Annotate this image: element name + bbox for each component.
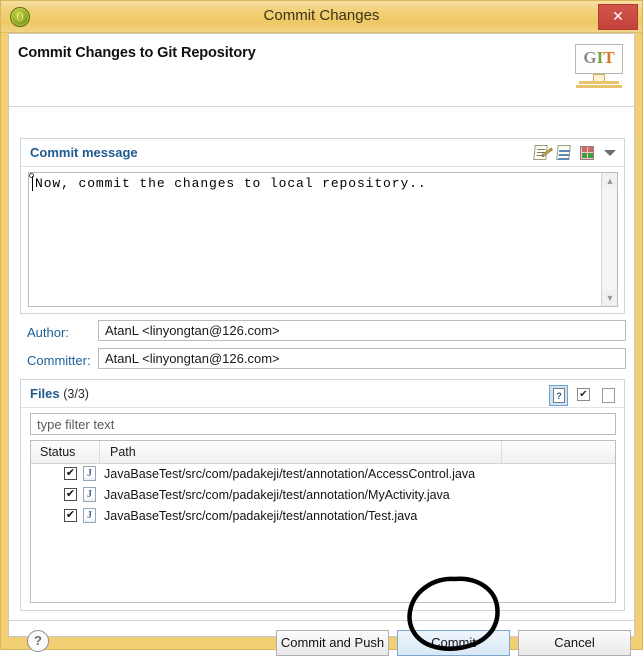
table-row[interactable]: ✔ J JavaBaseTest/src/com/padakeji/test/a… (31, 464, 615, 485)
cancel-button[interactable]: Cancel (518, 630, 631, 656)
column-divider-status[interactable] (99, 441, 100, 463)
commit-button[interactable]: Commit (397, 630, 510, 656)
git-logo-g: G (583, 48, 597, 67)
close-button[interactable]: ✕ (598, 4, 638, 30)
files-title: Files (3/3) (30, 386, 89, 401)
commit-message-toolbar (532, 144, 619, 162)
help-icon[interactable]: ? (27, 630, 49, 652)
row-checkbox[interactable]: ✔ (64, 488, 77, 501)
author-label: Author: (27, 325, 69, 340)
change-id-icon[interactable] (578, 144, 596, 162)
files-table: Status Path ✔ J JavaBaseTest/src/com/pad… (30, 440, 616, 603)
commit-message-title: Commit message (30, 145, 138, 160)
git-logo-base-lower (576, 85, 622, 88)
row-path: JavaBaseTest/src/com/padakeji/test/annot… (104, 488, 450, 502)
amend-commit-icon[interactable] (532, 144, 553, 162)
committer-label: Committer: (27, 353, 91, 368)
scroll-down-icon[interactable]: ▼ (602, 290, 617, 306)
commit-message-text: Now, commit the changes to local reposit… (35, 176, 427, 191)
java-file-icon: J (83, 466, 96, 481)
select-all-icon[interactable]: ✔ (574, 385, 593, 406)
commit-changes-window: Commit Changes ✕ Commit Changes to Git R… (0, 0, 643, 656)
java-file-icon: J (83, 487, 96, 502)
dialog-body: Commit Changes to Git Repository GIT Com… (8, 33, 635, 656)
show-untracked-icon[interactable]: ? (549, 385, 568, 406)
commit-message-textarea[interactable]: Now, commit the changes to local reposit… (28, 172, 618, 307)
commit-message-divider (21, 166, 624, 167)
filter-input[interactable] (30, 413, 616, 435)
files-count: (3/3) (63, 387, 89, 401)
select-all-glyph: ✔ (577, 388, 590, 401)
files-table-rows: ✔ J JavaBaseTest/src/com/padakeji/test/a… (31, 464, 615, 527)
row-checkbox[interactable]: ✔ (64, 509, 77, 522)
column-header-status[interactable]: Status (40, 445, 75, 459)
deselect-all-icon[interactable] (599, 385, 618, 406)
title-bar: Commit Changes ✕ (1, 1, 642, 33)
committer-field[interactable] (98, 348, 626, 369)
git-logo: GIT (570, 42, 628, 90)
scroll-up-icon[interactable]: ▲ (602, 173, 617, 189)
commit-message-group: Commit message Now, commit the changes t… (20, 138, 625, 314)
show-untracked-glyph: ? (553, 388, 565, 403)
window-title: Commit Changes (263, 7, 380, 24)
author-field[interactable] (98, 320, 626, 341)
signed-off-icon[interactable] (555, 144, 573, 162)
commit-message-scrollbar[interactable]: ▲ ▼ (601, 173, 617, 306)
row-path: JavaBaseTest/src/com/padakeji/test/annot… (104, 467, 476, 481)
files-title-label: Files (30, 386, 60, 401)
files-toolbar: ? ✔ (549, 385, 618, 406)
row-checkbox[interactable]: ✔ (64, 467, 77, 480)
java-file-icon: J (83, 508, 96, 523)
text-caret (29, 173, 34, 191)
page-title: Commit Changes to Git Repository (18, 45, 256, 61)
footer-divider (9, 620, 634, 621)
files-divider (21, 407, 624, 408)
table-row[interactable]: ✔ J JavaBaseTest/src/com/padakeji/test/a… (31, 485, 615, 506)
column-divider-path[interactable] (501, 441, 502, 463)
header-divider (9, 106, 634, 107)
table-row[interactable]: ✔ J JavaBaseTest/src/com/padakeji/test/a… (31, 506, 615, 527)
files-group: Files (3/3) ? ✔ Status Path (20, 379, 625, 611)
commit-and-push-button[interactable]: Commit and Push (276, 630, 389, 656)
column-header-path[interactable]: Path (110, 445, 136, 459)
row-path: JavaBaseTest/src/com/padakeji/test/annot… (104, 509, 418, 523)
chevron-down-icon[interactable] (601, 144, 619, 162)
git-logo-t: T (603, 48, 615, 67)
git-logo-base-upper (579, 81, 619, 84)
files-table-header: Status Path (31, 441, 615, 464)
deselect-all-glyph (602, 388, 615, 403)
